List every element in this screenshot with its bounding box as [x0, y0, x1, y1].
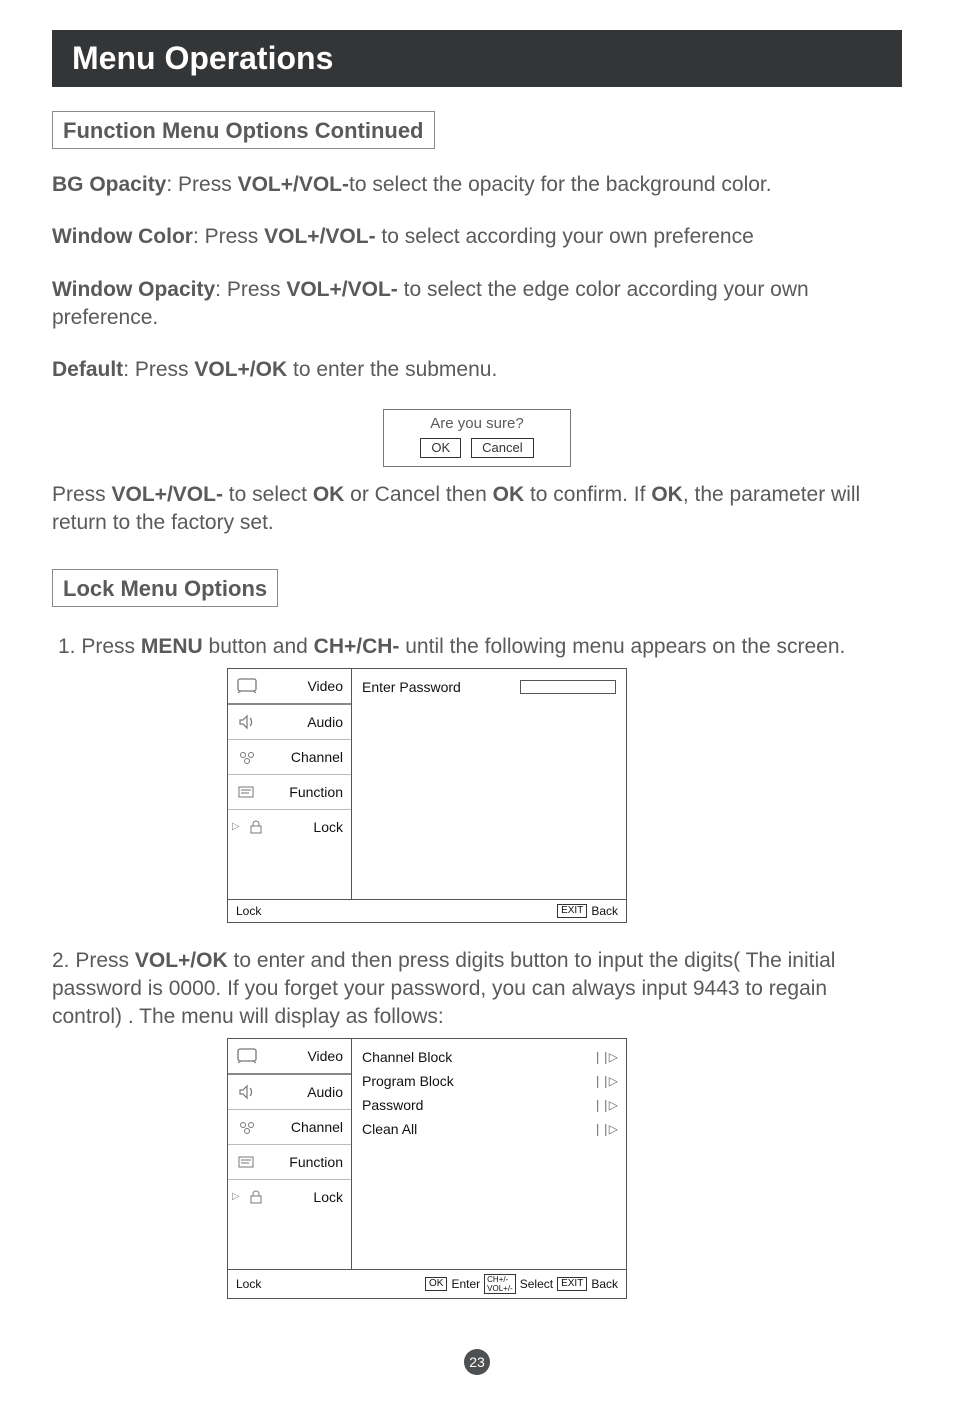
- tab-function[interactable]: Function: [228, 1145, 351, 1180]
- tab-audio[interactable]: Audio: [228, 1075, 351, 1110]
- channel-icon: [236, 748, 258, 766]
- tab-label: Channel: [265, 1119, 343, 1135]
- ok-button[interactable]: OK: [420, 438, 461, 458]
- tab-label: Video: [265, 1048, 343, 1064]
- enter-password-label: Enter Password: [362, 679, 461, 695]
- chevron-right-icon: ❘❘▷: [593, 1074, 616, 1088]
- lock-icon: [245, 1188, 267, 1206]
- osd-footer-title: Lock: [236, 1277, 261, 1291]
- osd-lock-enter-password: Video Audio Channel: [227, 668, 627, 923]
- tab-audio[interactable]: Audio: [228, 705, 351, 740]
- chvol-key: CH+/- VOL+/-: [484, 1274, 516, 1294]
- enter-password-row: Enter Password: [362, 675, 616, 699]
- chevron-right-icon: ❘❘▷: [593, 1050, 616, 1064]
- audio-icon: [236, 1083, 258, 1101]
- para-step2: 2. Press VOL+/OK to enter and then press…: [52, 947, 902, 1032]
- back-label: Back: [591, 904, 618, 918]
- chevron-right-icon: ❘❘▷: [593, 1098, 616, 1112]
- page-number: 23: [464, 1349, 490, 1375]
- osd-footer-title: Lock: [236, 904, 261, 918]
- tab-label: Audio: [265, 714, 343, 730]
- audio-icon: [236, 713, 258, 731]
- tab-lock[interactable]: Lock: [228, 810, 351, 844]
- para-confirm: Press VOL+/VOL- to select OK or Cancel t…: [52, 481, 902, 538]
- function-icon: [236, 783, 258, 801]
- chevron-right-icon: ❘❘▷: [593, 1122, 616, 1136]
- enter-label: Enter: [451, 1277, 480, 1291]
- confirm-dialog: Are you sure? OK Cancel: [383, 409, 571, 467]
- video-icon: [236, 677, 258, 695]
- back-label: Back: [591, 1277, 618, 1291]
- para-window-opacity: Window Opacity: Press VOL+/VOL- to selec…: [52, 276, 902, 333]
- tab-label: Lock: [274, 819, 343, 835]
- tab-label: Function: [265, 1154, 343, 1170]
- tab-label: Audio: [265, 1084, 343, 1100]
- select-label: Select: [520, 1277, 553, 1291]
- item-label: Channel Block: [362, 1049, 452, 1065]
- tab-lock[interactable]: Lock: [228, 1180, 351, 1214]
- tab-label: Channel: [265, 749, 343, 765]
- list-item[interactable]: Clean All ❘❘▷: [362, 1117, 616, 1141]
- tab-video[interactable]: Video: [228, 1039, 351, 1075]
- tab-video[interactable]: Video: [228, 669, 351, 705]
- tab-label: Function: [265, 784, 343, 800]
- tab-function[interactable]: Function: [228, 775, 351, 810]
- osd-lock-menu: Video Audio Channel: [227, 1038, 627, 1299]
- list-item[interactable]: Password ❘❘▷: [362, 1093, 616, 1117]
- password-input[interactable]: [520, 680, 616, 694]
- tab-channel[interactable]: Channel: [228, 740, 351, 775]
- video-icon: [236, 1047, 258, 1065]
- exit-key: EXIT: [557, 1277, 587, 1291]
- section-heading-function: Function Menu Options Continued: [52, 111, 435, 149]
- channel-icon: [236, 1118, 258, 1136]
- section-heading-lock: Lock Menu Options: [52, 569, 278, 607]
- function-icon: [236, 1153, 258, 1171]
- page-title: Menu Operations: [52, 30, 902, 87]
- item-label: Clean All: [362, 1121, 417, 1137]
- list-item[interactable]: Program Block ❘❘▷: [362, 1069, 616, 1093]
- para-step1: 1. Press MENU button and CH+/CH- until t…: [52, 633, 902, 661]
- lock-icon: [245, 818, 267, 836]
- item-label: Program Block: [362, 1073, 454, 1089]
- confirm-question: Are you sure?: [384, 410, 570, 438]
- exit-key: EXIT: [557, 904, 587, 918]
- list-item[interactable]: Channel Block ❘❘▷: [362, 1045, 616, 1069]
- item-label: Password: [362, 1097, 423, 1113]
- para-default: Default: Press VOL+/OK to enter the subm…: [52, 356, 902, 384]
- tab-channel[interactable]: Channel: [228, 1110, 351, 1145]
- tab-label: Lock: [274, 1189, 343, 1205]
- cancel-button[interactable]: Cancel: [471, 438, 533, 458]
- para-bg-opacity: BG Opacity: Press VOL+/VOL-to select the…: [52, 171, 902, 199]
- ok-key: OK: [425, 1277, 447, 1291]
- para-window-color: Window Color: Press VOL+/VOL- to select …: [52, 223, 902, 251]
- tab-label: Video: [265, 678, 343, 694]
